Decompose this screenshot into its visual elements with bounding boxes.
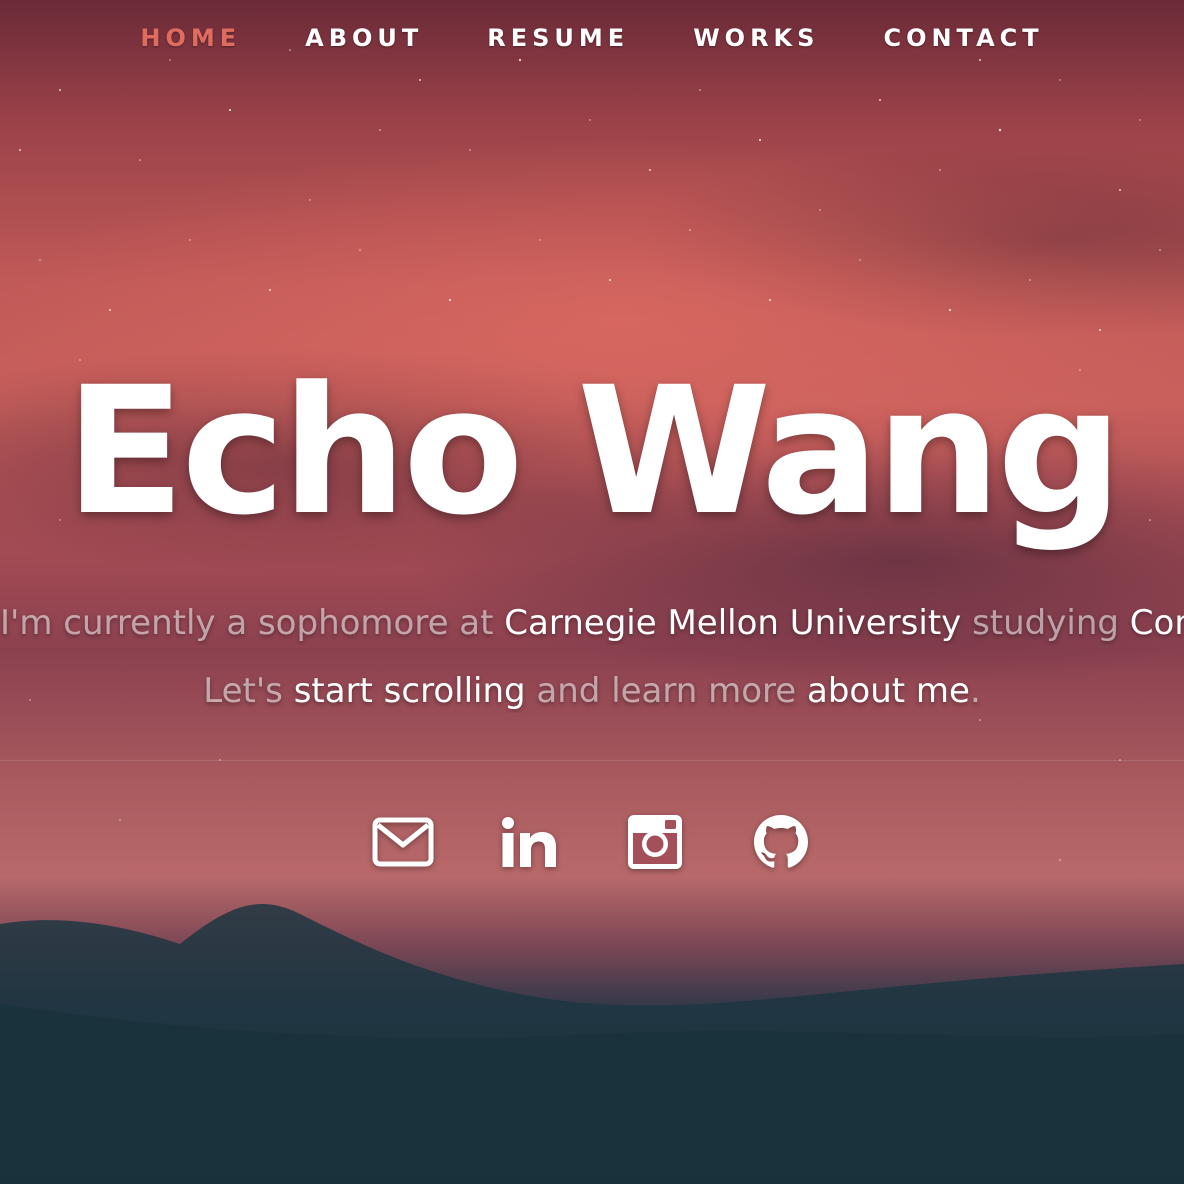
email-link[interactable] (371, 810, 435, 874)
instagram-icon (628, 815, 682, 869)
intro-text-2: studying (961, 603, 1130, 643)
github-icon (754, 815, 808, 868)
scroll-text-4: about me (807, 671, 970, 711)
scroll-text-2: start scrolling (293, 671, 526, 711)
hero-divider (0, 760, 1184, 761)
linkedin-icon (502, 817, 556, 867)
scroll-text-3: and learn more (525, 671, 808, 711)
nav-contact[interactable]: CONTACT (851, 18, 1075, 58)
hero-intro: I'm currently a sophomore at Carnegie Me… (0, 601, 1184, 645)
github-link[interactable] (749, 810, 813, 874)
intro-school: Carnegie Mellon University (504, 603, 962, 643)
nav-about[interactable]: ABOUT (273, 18, 455, 58)
mountain-silhouette (0, 904, 1184, 1184)
starfield (19, 39, 1161, 861)
nav-home[interactable]: HOME (108, 18, 273, 58)
main-nav: HOME ABOUT RESUME WORKS CONTACT (0, 18, 1184, 58)
hero-name: Echo Wang (65, 349, 1123, 554)
linkedin-link[interactable] (497, 810, 561, 874)
nav-works[interactable]: WORKS (661, 18, 851, 58)
social-links (0, 810, 1184, 874)
intro-text-1: I'm currently a sophomore at (0, 603, 505, 643)
envelope-icon (372, 817, 434, 867)
hero-scroll-prompt: Let's start scrolling and learn more abo… (0, 669, 1184, 713)
scroll-text-5: . (969, 671, 981, 711)
intro-major: Computer Science (1129, 603, 1184, 643)
scroll-text-1: Let's (203, 671, 294, 711)
instagram-link[interactable] (623, 810, 687, 874)
nav-resume[interactable]: RESUME (455, 18, 661, 58)
